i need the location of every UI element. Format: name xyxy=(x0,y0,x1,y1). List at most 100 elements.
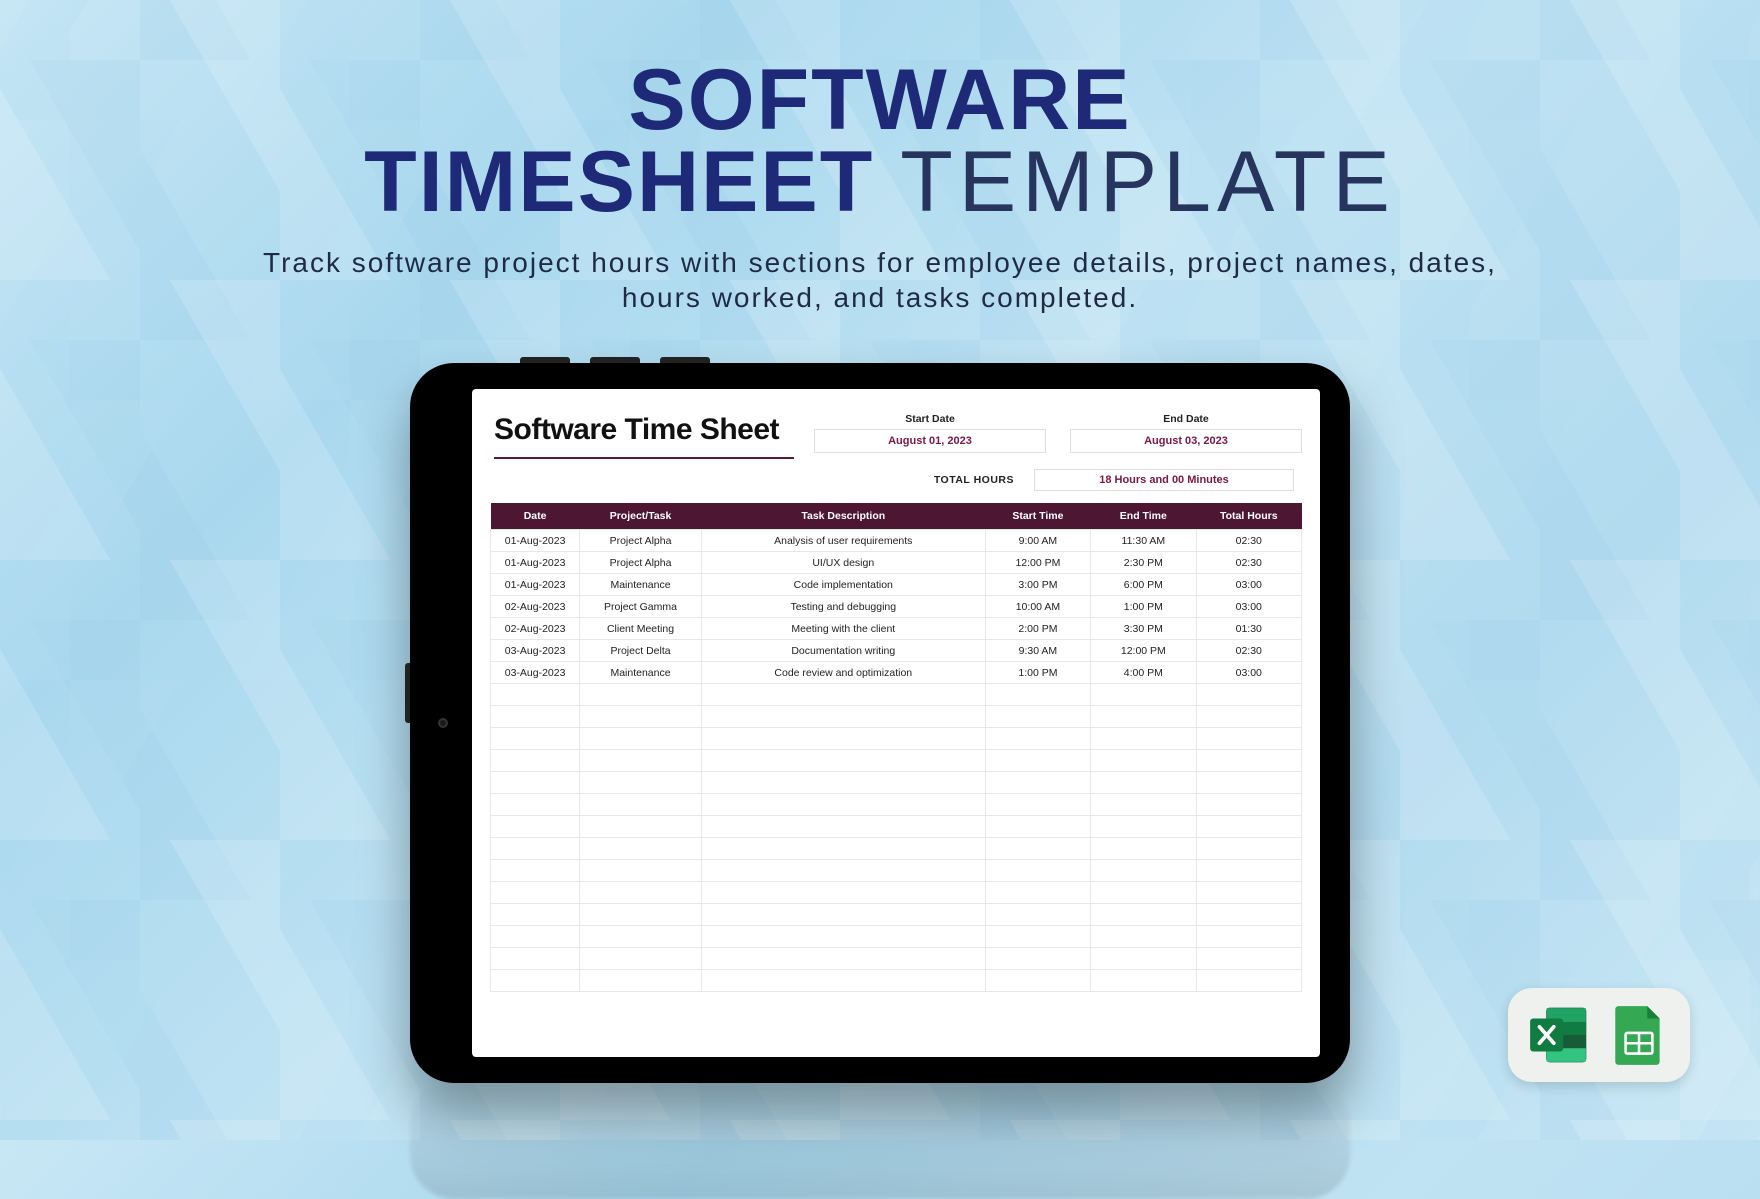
table-row-empty xyxy=(491,970,1302,992)
headline-thin: TEMPLATE xyxy=(900,134,1396,230)
cell-empty xyxy=(580,860,702,882)
headline-bold: TIMESHEET xyxy=(364,134,874,230)
cell-empty xyxy=(985,816,1090,838)
cell-project: Project Alpha xyxy=(580,530,702,552)
cell-project: Project Delta xyxy=(580,640,702,662)
headline: SOFTWARE TIMESHEET TEMPLATE xyxy=(364,60,1396,223)
cell-empty xyxy=(580,816,702,838)
cell-total: 03:00 xyxy=(1196,662,1301,684)
table-row: 03-Aug-2023MaintenanceCode review and op… xyxy=(491,662,1302,684)
cell-empty xyxy=(701,860,985,882)
cell-project: Project Alpha xyxy=(580,552,702,574)
cell-empty xyxy=(491,794,580,816)
cell-empty xyxy=(491,882,580,904)
cell-start: 3:00 PM xyxy=(985,574,1090,596)
cell-empty xyxy=(580,838,702,860)
cell-empty xyxy=(491,926,580,948)
table-row-empty xyxy=(491,948,1302,970)
cell-empty xyxy=(701,882,985,904)
cell-empty xyxy=(1091,706,1196,728)
cell-start: 1:00 PM xyxy=(985,662,1090,684)
cell-empty xyxy=(1091,926,1196,948)
cell-empty xyxy=(701,706,985,728)
cell-empty xyxy=(985,970,1090,992)
cell-empty xyxy=(491,904,580,926)
cell-start: 12:00 PM xyxy=(985,552,1090,574)
cell-empty xyxy=(1091,970,1196,992)
start-date-value: August 01, 2023 xyxy=(814,429,1046,453)
cell-end: 1:00 PM xyxy=(1091,596,1196,618)
cell-start: 10:00 AM xyxy=(985,596,1090,618)
cell-start: 2:00 PM xyxy=(985,618,1090,640)
cell-empty xyxy=(985,772,1090,794)
cell-end: 12:00 PM xyxy=(1091,640,1196,662)
cell-date: 01-Aug-2023 xyxy=(491,530,580,552)
table-row-empty xyxy=(491,904,1302,926)
cell-total: 03:00 xyxy=(1196,574,1301,596)
cell-end: 11:30 AM xyxy=(1091,530,1196,552)
table-row-empty xyxy=(491,706,1302,728)
col-project: Project/Task xyxy=(580,503,702,530)
table-header-row: Date Project/Task Task Description Start… xyxy=(491,503,1302,530)
cell-empty xyxy=(580,882,702,904)
headline-line1: SOFTWARE xyxy=(364,60,1396,142)
cell-date: 02-Aug-2023 xyxy=(491,618,580,640)
cell-start: 9:30 AM xyxy=(985,640,1090,662)
cell-empty xyxy=(701,750,985,772)
cell-empty xyxy=(701,816,985,838)
sheet-title: Software Time Sheet xyxy=(494,413,794,459)
promo-content: SOFTWARE TIMESHEET TEMPLATE Track softwa… xyxy=(0,0,1760,1199)
start-date-label: Start Date xyxy=(814,413,1046,425)
headline-line2: TIMESHEET TEMPLATE xyxy=(364,142,1396,224)
cell-empty xyxy=(580,706,702,728)
cell-empty xyxy=(701,904,985,926)
tablet-screen: Software Time Sheet Start Date August 01… xyxy=(472,389,1320,1057)
table-row-empty xyxy=(491,772,1302,794)
cell-empty xyxy=(985,706,1090,728)
cell-date: 02-Aug-2023 xyxy=(491,596,580,618)
cell-empty xyxy=(1091,838,1196,860)
cell-end: 3:30 PM xyxy=(1091,618,1196,640)
cell-desc: Code review and optimization xyxy=(701,662,985,684)
cell-desc: Code implementation xyxy=(701,574,985,596)
cell-desc: Documentation writing xyxy=(701,640,985,662)
table-row: 01-Aug-2023MaintenanceCode implementatio… xyxy=(491,574,1302,596)
tablet-mockup: Software Time Sheet Start Date August 01… xyxy=(410,363,1350,1199)
date-blocks: Start Date August 01, 2023 End Date Augu… xyxy=(814,413,1302,453)
cell-desc: Testing and debugging xyxy=(701,596,985,618)
cell-empty xyxy=(580,904,702,926)
cell-empty xyxy=(1196,948,1301,970)
total-hours-value: 18 Hours and 00 Minutes xyxy=(1034,469,1294,491)
table-head: Date Project/Task Task Description Start… xyxy=(491,503,1302,530)
cell-empty xyxy=(1091,904,1196,926)
cell-total: 03:00 xyxy=(1196,596,1301,618)
cell-empty xyxy=(1091,794,1196,816)
cell-desc: Meeting with the client xyxy=(701,618,985,640)
cell-empty xyxy=(701,684,985,706)
table-row: 03-Aug-2023Project DeltaDocumentation wr… xyxy=(491,640,1302,662)
cell-empty xyxy=(1196,772,1301,794)
cell-empty xyxy=(580,926,702,948)
cell-empty xyxy=(1091,750,1196,772)
cell-empty xyxy=(1091,860,1196,882)
cell-empty xyxy=(985,684,1090,706)
cell-empty xyxy=(1196,882,1301,904)
table-row-empty xyxy=(491,816,1302,838)
cell-empty xyxy=(1196,860,1301,882)
cell-empty xyxy=(701,838,985,860)
cell-empty xyxy=(1196,904,1301,926)
cell-date: 01-Aug-2023 xyxy=(491,574,580,596)
cell-empty xyxy=(491,684,580,706)
cell-empty xyxy=(1196,706,1301,728)
cell-empty xyxy=(491,816,580,838)
cell-empty xyxy=(1196,926,1301,948)
cell-total: 01:30 xyxy=(1196,618,1301,640)
sheet-header-row: Software Time Sheet Start Date August 01… xyxy=(490,413,1302,459)
cell-total: 02:30 xyxy=(1196,530,1301,552)
cell-empty xyxy=(491,860,580,882)
cell-empty xyxy=(1091,882,1196,904)
cell-empty xyxy=(491,970,580,992)
table-body: 01-Aug-2023Project AlphaAnalysis of user… xyxy=(491,530,1302,992)
table-row-empty xyxy=(491,926,1302,948)
cell-empty xyxy=(1196,750,1301,772)
